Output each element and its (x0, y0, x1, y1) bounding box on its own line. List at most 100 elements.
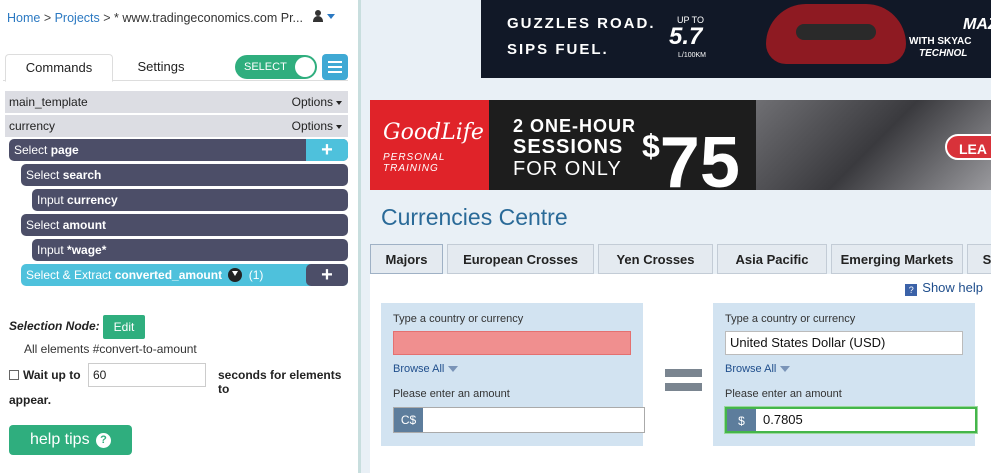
breadcrumb-home[interactable]: Home (7, 11, 40, 25)
selection-elements: All elements #convert-to-amount (24, 342, 197, 356)
tab-majors[interactable]: Majors (370, 244, 443, 274)
breadcrumb: Home > Projects > * www.tradingeconomics… (7, 11, 303, 25)
breadcrumb-project: * www.tradingeconomics.com Pr... (114, 11, 303, 25)
ad-text: MAZ (963, 16, 991, 33)
hamburger-line (328, 71, 342, 73)
goodlife-logo: GoodLife PERSONAL TRAINING (370, 100, 489, 190)
to-currency-symbol: $ (727, 409, 756, 431)
tab-emerging-markets[interactable]: Emerging Markets (831, 244, 963, 274)
command-select-amount[interactable]: Select amount (21, 214, 348, 236)
breadcrumb-sep: > (40, 11, 55, 25)
user-menu[interactable] (313, 10, 335, 22)
converter-from: Type a country or currency Browse All Pl… (381, 303, 645, 446)
to-type-label: Type a country or currency (725, 313, 856, 325)
from-type-label: Type a country or currency (393, 313, 524, 325)
converter-area: ? Show help Type a country or currency Br… (370, 274, 991, 473)
menu-button[interactable] (322, 54, 348, 80)
command-input-wage[interactable]: Input *wage* (32, 239, 348, 261)
wait-seconds-input[interactable]: 60 (88, 363, 206, 387)
converter-to: Type a country or currency United States… (713, 303, 977, 446)
learn-more-button[interactable]: LEA (945, 134, 991, 160)
ad-text: 2 ONE-HOUR (513, 116, 637, 136)
extract-count: (1) (248, 268, 264, 282)
command-target: converted_amount (114, 268, 223, 282)
edit-button[interactable]: Edit (103, 315, 145, 339)
command-target: amount (62, 218, 107, 232)
wait-label: Wait up to (23, 368, 81, 382)
currency-tabs: Majors European Crosses Yen Crosses Asia… (370, 244, 991, 274)
ad-text: L/100KM (678, 52, 707, 59)
command-input-currency[interactable]: Input currency (32, 189, 348, 211)
hamburger-icon (328, 61, 342, 63)
ad-text: SIPS FUEL. (507, 41, 609, 58)
page-title: Currencies Centre (381, 204, 568, 230)
template-row-main[interactable]: main_template Options (5, 91, 348, 113)
command-prefix: Select & Extract (26, 268, 115, 282)
price-value: 75 (659, 123, 740, 190)
to-browse-all[interactable]: Browse All (725, 363, 790, 375)
show-help-link[interactable]: ? Show help (905, 280, 983, 296)
command-target: search (62, 168, 102, 182)
show-help-label: Show help (922, 280, 983, 295)
wait-checkbox[interactable] (9, 370, 19, 380)
command-target: page (50, 143, 79, 157)
options-dropdown[interactable]: Options (292, 91, 342, 113)
command-prefix: Input (37, 193, 68, 207)
template-row-currency[interactable]: currency Options (5, 115, 348, 137)
ad-text: TECHNOL (919, 48, 968, 59)
gym-ad-banner[interactable]: GoodLife PERSONAL TRAINING 2 ONE-HOUR SE… (370, 100, 991, 190)
ad-text: FOR ONLY (513, 158, 622, 180)
web-page: GUZZLES ROAD. SIPS FUEL. UP TO 5.7 L/100… (361, 0, 991, 473)
tab-commands[interactable]: Commands (5, 54, 113, 82)
selection-node-label: Selection Node: (9, 319, 100, 333)
equals-icon (665, 363, 702, 395)
tab-yen-crosses[interactable]: Yen Crosses (598, 244, 713, 274)
command-select-search[interactable]: Select search (21, 164, 348, 186)
tab-asia-pacific[interactable]: Asia Pacific (717, 244, 827, 274)
command-select-page[interactable]: Select page + (9, 139, 348, 161)
from-currency-input[interactable] (393, 331, 631, 355)
wait-suffix-2: appear. (9, 393, 52, 407)
command-extract-converted-amount[interactable]: Select & Extract converted_amount (1) + (21, 264, 348, 286)
command-target: *wage* (67, 243, 107, 257)
command-prefix: Select (26, 168, 63, 182)
select-toggle-label: SELECT (244, 61, 287, 73)
ad-text: 5.7 (669, 23, 703, 50)
from-currency-symbol: C$ (394, 408, 423, 432)
from-amount-label: Please enter an amount (393, 388, 510, 400)
add-command-button[interactable]: + (306, 139, 348, 161)
add-command-button[interactable]: + (306, 264, 348, 286)
equals-bar (665, 369, 702, 377)
to-amount-value: 0.7805 (763, 412, 803, 427)
toggle-knob (295, 57, 315, 77)
command-prefix: Select (14, 143, 51, 157)
equals-bar (665, 383, 702, 391)
ad-text: GUZZLES ROAD. (507, 15, 656, 32)
hamburger-line (328, 66, 342, 68)
command-prefix: Input (37, 243, 68, 257)
template-name: currency (9, 119, 56, 133)
options-dropdown[interactable]: Options (292, 115, 342, 137)
logo-subtext: PERSONAL TRAINING (383, 152, 446, 174)
help-tips-button[interactable]: help tips ? (9, 425, 132, 455)
to-amount-label: Please enter an amount (725, 388, 842, 400)
tab-more[interactable]: S (967, 244, 991, 274)
logo-text: GoodLife (383, 120, 484, 145)
from-amount-input[interactable]: C$ (393, 407, 645, 433)
ad-text: WITH SKYAC (909, 36, 972, 47)
tab-settings[interactable]: Settings (113, 54, 209, 80)
command-prefix: Select (26, 218, 63, 232)
from-browse-all[interactable]: Browse All (393, 363, 458, 375)
car-ad-banner[interactable]: GUZZLES ROAD. SIPS FUEL. UP TO 5.7 L/100… (481, 0, 991, 78)
breadcrumb-sep: > (99, 11, 114, 25)
ad-text: SESSIONS (513, 136, 624, 158)
command-target: currency (67, 193, 118, 207)
scraper-panel: Home > Projects > * www.tradingeconomics… (0, 0, 358, 473)
select-toggle[interactable]: SELECT (235, 55, 317, 79)
car-image (766, 4, 906, 64)
breadcrumb-projects[interactable]: Projects (55, 11, 100, 25)
to-currency-input[interactable]: United States Dollar (USD) (725, 331, 963, 355)
tab-european-crosses[interactable]: European Crosses (447, 244, 594, 274)
user-icon (313, 10, 323, 22)
to-amount-input[interactable]: $ 0.7805 (725, 407, 977, 433)
